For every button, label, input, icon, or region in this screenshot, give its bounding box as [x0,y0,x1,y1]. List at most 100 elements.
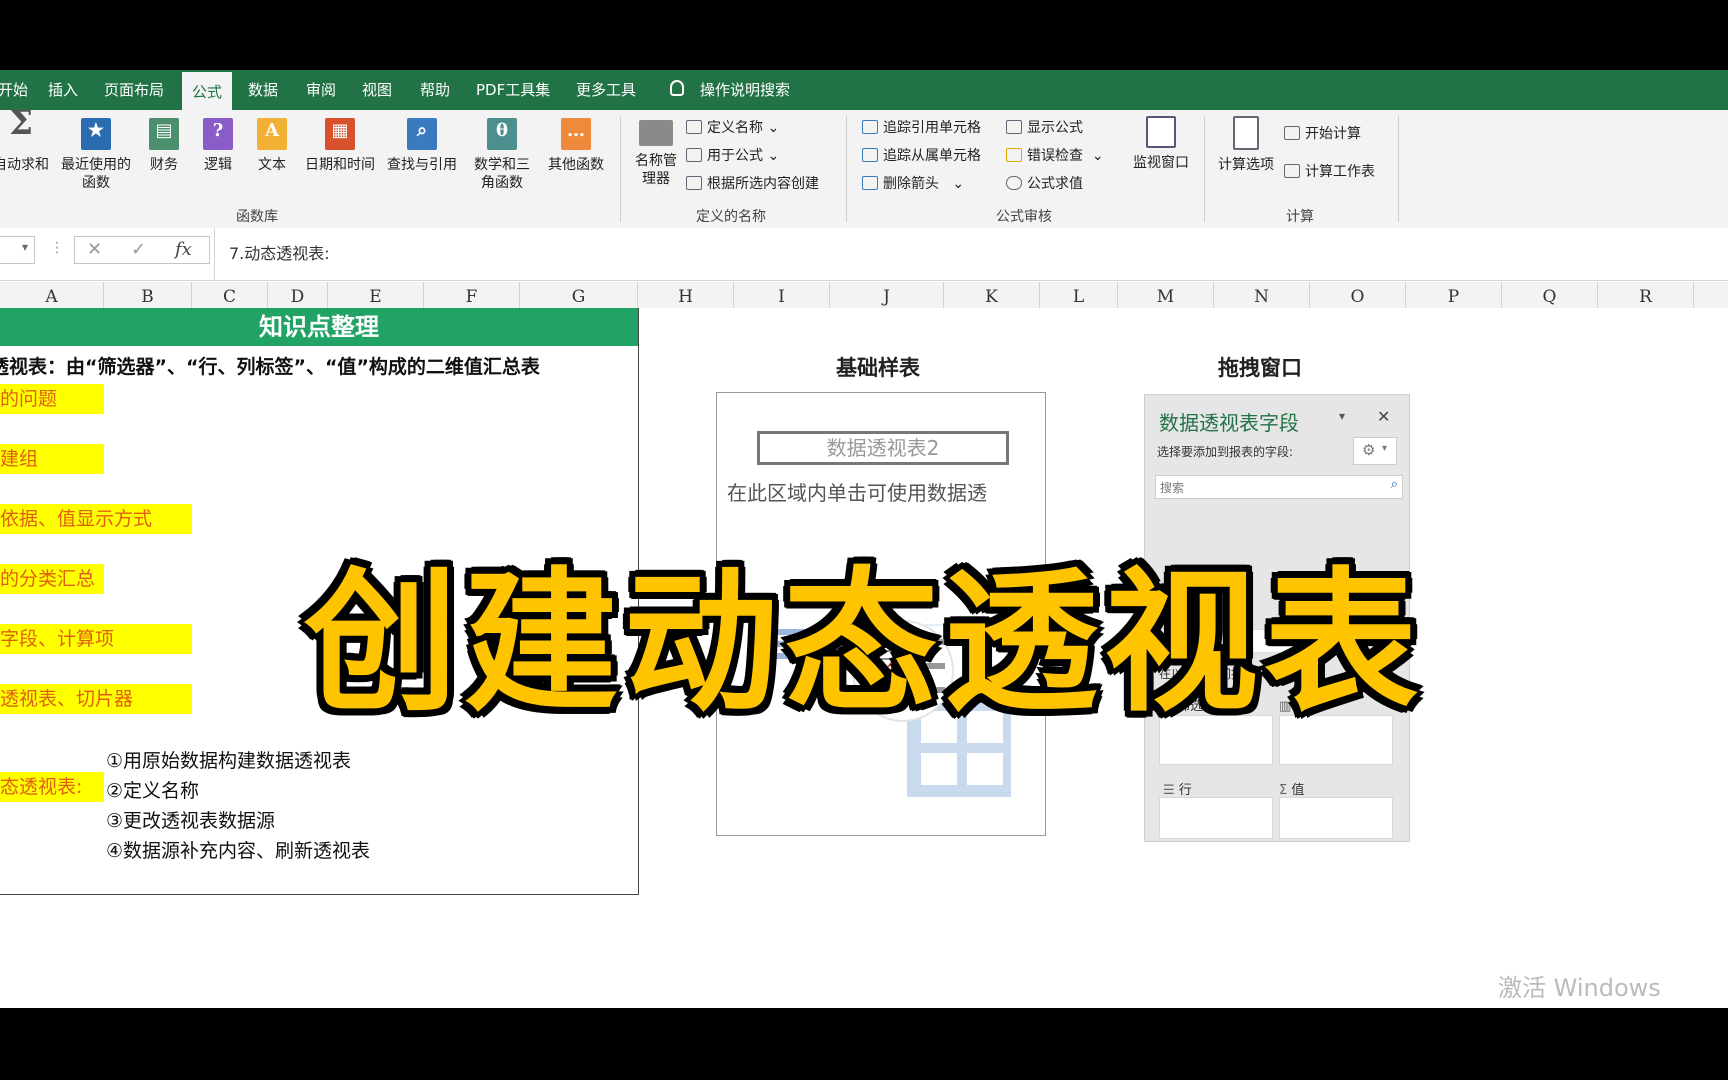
column-header[interactable]: N [1214,282,1310,308]
pivot-fields-title: 数据透视表字段 [1159,411,1299,435]
group-separator [620,116,621,222]
show-formulas-button[interactable]: 显示公式 [1006,118,1083,138]
step-item: ④数据源补充内容、刷新透视表 [106,840,371,862]
column-header[interactable]: L [1040,282,1118,308]
logical-button[interactable]: ? 逻辑 [196,118,240,174]
column-header[interactable]: P [1406,282,1502,308]
insert-function-icon[interactable]: fx [175,239,192,260]
calculate-sheet-icon [1284,164,1300,178]
column-header[interactable]: B [104,282,192,308]
calculate-now-button[interactable]: 开始计算 [1284,124,1361,144]
column-header[interactable]: A [0,282,104,308]
date-time-button[interactable]: ▦ 日期和时间 [300,118,380,174]
activate-windows-watermark: 激活 Windows [1498,974,1661,1002]
topic-item: 的问题 [0,384,104,414]
trace-dependents-icon [862,148,878,162]
error-checking-button[interactable]: 错误检查 ⌄ [1006,146,1104,166]
tab-page-layout[interactable]: 页面布局 [104,70,164,110]
column-header[interactable]: E [328,282,424,308]
use-in-formula-button[interactable]: 用于公式 ⌄ [686,146,779,166]
rows-label: 行 [1178,783,1192,798]
tab-insert[interactable]: 插入 [48,70,78,110]
tab-formulas[interactable]: 公式 [182,70,233,110]
watch-window-button[interactable]: 监视窗口 [1126,116,1196,172]
text-button[interactable]: A 文本 [250,118,294,174]
values-area-label: Σ 值 [1279,779,1304,798]
group-label-formula-auditing: 公式审核 [996,209,1052,225]
tab-help[interactable]: 帮助 [420,70,450,110]
name-manager-label: 名称管理器 [635,153,677,187]
tab-pdf-tools[interactable]: PDF工具集 [476,70,550,110]
more-functions-icon: … [561,118,591,150]
gear-icon: ⚙ [1362,441,1376,459]
settings-dropdown[interactable]: ⚙ ▾ [1353,437,1397,465]
values-drop-zone[interactable] [1279,797,1393,839]
tab-data[interactable]: 数据 [248,70,278,110]
remove-arrows-button[interactable]: 删除箭头 ⌄ [862,174,964,194]
sigma-icon: Σ [1279,783,1288,798]
column-headers: A B C D E F G H I J K L M N O P Q R [0,282,1728,309]
rows-area-label: ☰ 行 [1163,779,1192,798]
column-header[interactable]: C [192,282,268,308]
calculate-sheet-button[interactable]: 计算工作表 [1284,162,1375,182]
column-header[interactable]: O [1310,282,1406,308]
star-icon: ★ [81,118,111,150]
column-header[interactable]: Q [1502,282,1598,308]
column-header[interactable]: J [830,282,944,308]
define-name-button[interactable]: 定义名称 ⌄ [686,118,779,138]
name-manager-button[interactable]: 名称管理器 [628,120,684,188]
step-item: ①用原始数据构建数据透视表 [106,750,352,772]
logical-icon: ? [203,118,233,150]
group-label-defined-names: 定义的名称 [696,209,766,225]
financial-button[interactable]: ▤ 财务 [142,118,186,174]
column-header[interactable]: G [520,282,638,308]
calculator-icon [1233,116,1259,150]
tab-more-tools[interactable]: 更多工具 [576,70,636,110]
search-placeholder: 搜索 [1160,481,1185,495]
lightbulb-icon [670,80,684,96]
rows-icon: ☰ [1163,783,1175,798]
show-formulas-icon [1006,120,1022,134]
trace-precedents-button[interactable]: 追踪引用单元格 [862,118,981,138]
glasses-icon [1146,116,1176,148]
close-icon[interactable]: ✕ [1377,407,1390,426]
drag-window-title: 拖拽窗口 [1218,356,1302,380]
show-formulas-label: 显示公式 [1027,120,1083,136]
formula-controls: ✕ ✓ fx [74,236,210,264]
error-checking-label: 错误检查 [1027,148,1083,164]
lookup-reference-button[interactable]: ⌕ 查找与引用 [382,118,462,174]
evaluate-formula-button[interactable]: 公式求值 [1006,174,1083,194]
column-header[interactable]: H [638,282,734,308]
cancel-icon[interactable]: ✕ [87,239,102,260]
trace-dependents-button[interactable]: 追踪从属单元格 [862,146,981,166]
more-functions-button[interactable]: … 其他函数 [544,118,608,174]
column-header[interactable]: M [1118,282,1214,308]
name-box[interactable]: ▾ [0,236,35,264]
recently-used-button[interactable]: ★ 最近使用的函数 [56,118,136,192]
tab-view[interactable]: 视图 [362,70,392,110]
calculation-options-button[interactable]: 计算选项 [1212,116,1280,174]
column-header[interactable]: R [1598,282,1694,308]
rows-drop-zone[interactable] [1159,797,1273,839]
tell-me-search[interactable]: 操作说明搜索 [700,70,790,110]
trace-dependents-label: 追踪从属单元格 [883,148,981,164]
calculate-sheet-label: 计算工作表 [1305,164,1375,180]
tab-review[interactable]: 审阅 [306,70,336,110]
create-from-selection-button[interactable]: 根据所选内容创建 [686,174,819,194]
math-trig-button[interactable]: θ 数学和三角函数 [464,118,540,192]
column-header[interactable]: D [268,282,328,308]
enter-icon[interactable]: ✓ [131,239,146,260]
topic-item: 态透视表: [0,772,104,802]
column-header[interactable]: I [734,282,830,308]
pane-dropdown-icon[interactable]: ▾ [1339,409,1345,423]
lookup-reference-label: 查找与引用 [387,157,457,173]
financial-icon: ▤ [149,118,179,150]
column-header[interactable]: F [424,282,520,308]
column-header[interactable]: K [944,282,1040,308]
autosum-button[interactable]: Σ 自动求和 [0,106,52,174]
text-label: 文本 [258,157,286,173]
field-search-input[interactable]: 搜索 ⌕ [1155,475,1403,499]
formula-input[interactable]: 7.动态透视表: [214,228,1728,280]
fx-icon [686,148,702,162]
logical-label: 逻辑 [204,157,232,173]
